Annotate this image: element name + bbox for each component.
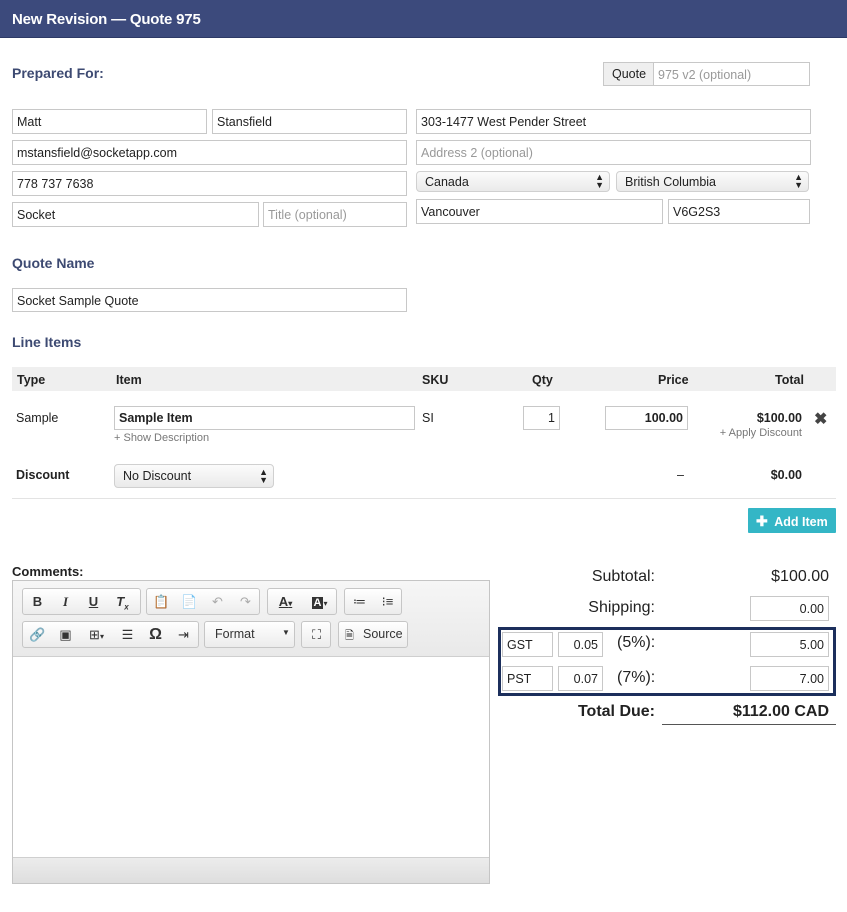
tax1-percent: (5%):	[617, 634, 656, 651]
bulleted-list-icon[interactable]: ⁝≡	[374, 589, 401, 614]
paste-text-icon[interactable]: 📋	[148, 589, 175, 614]
discount-dash: –	[677, 468, 684, 482]
numbered-list-icon[interactable]: ≔	[346, 589, 373, 614]
italic-icon[interactable]: I	[52, 589, 79, 614]
indent-icon[interactable]: ⇥	[170, 622, 197, 647]
remove-item-icon[interactable]: ✖	[814, 409, 827, 429]
col-item: Item	[116, 373, 142, 387]
tax2-percent: (7%):	[617, 669, 656, 686]
select-arrows-icon: ▲ ▼	[259, 467, 268, 485]
postal-code-input[interactable]: V6G2S3	[668, 199, 810, 224]
tax1-name-input[interactable]: GST	[502, 632, 553, 657]
col-qty: Qty	[532, 373, 553, 387]
tax1-rate-input[interactable]: 0.05	[558, 632, 603, 657]
line-items-divider	[12, 498, 836, 499]
email-input[interactable]: mstansfield@socketapp.com	[12, 140, 407, 165]
total-due-value: $112.00 CAD	[732, 703, 829, 720]
tax1-amount-input[interactable]: 5.00	[750, 632, 829, 657]
chevron-down-icon: ▼	[282, 628, 290, 637]
page-header: New Revision — Quote 975	[0, 0, 847, 38]
color-group: A▾ A ▾	[267, 588, 337, 615]
total-underline	[662, 724, 836, 725]
remove-format-icon[interactable]: Tx	[109, 589, 136, 614]
horizontal-line-icon[interactable]: ☰	[114, 622, 141, 647]
tax2-amount-input[interactable]: 7.00	[750, 666, 829, 691]
paste-word-icon[interactable]: 📄	[176, 589, 203, 614]
tax2-rate-input[interactable]: 0.07	[558, 666, 603, 691]
link-icon[interactable]: 🔗	[24, 622, 51, 647]
line-item-qty-input[interactable]: 1	[523, 406, 560, 430]
comments-editor[interactable]: B I U Tx 📋 📄 ↶ ↷ A▾ A ▾ ≔ ⁝≡ 🔗 ▣ ⊞▾ ☰ Ω ⇥	[12, 580, 490, 884]
line-item-name-input[interactable]: Sample Item	[114, 406, 415, 430]
table-icon[interactable]: ⊞▾	[80, 622, 113, 647]
city-input[interactable]: Vancouver	[416, 199, 663, 224]
format-dropdown[interactable]: Format ▼	[204, 621, 295, 648]
line-item-price-input[interactable]: 100.00	[605, 406, 688, 430]
add-item-label: Add Item	[774, 515, 828, 529]
maximize-icon[interactable]: ⛶	[303, 622, 330, 647]
prepared-for-heading: Prepared For:	[12, 65, 104, 81]
address2-input[interactable]: Address 2 (optional)	[416, 140, 811, 165]
select-arrows-icon: ▲ ▼	[595, 172, 604, 190]
insert-group: 🔗 ▣ ⊞▾ ☰ Ω ⇥	[22, 621, 199, 648]
discount-select-value: No Discount	[123, 469, 192, 483]
maximize-group: ⛶	[301, 621, 331, 648]
quote-name-input[interactable]: Socket Sample Quote	[12, 288, 407, 312]
format-dropdown-label: Format	[215, 627, 255, 641]
country-select-value: Canada	[425, 175, 469, 189]
total-due-label: Total Due:	[577, 703, 655, 720]
select-arrows-icon: ▲ ▼	[794, 172, 803, 190]
discount-select[interactable]: No Discount ▲ ▼	[114, 464, 274, 488]
format-group: B I U Tx	[22, 588, 141, 615]
line-item-sku: SI	[422, 411, 434, 425]
discount-total: $0.00	[770, 468, 802, 482]
plus-icon: ✚	[756, 513, 768, 529]
image-icon[interactable]: ▣	[52, 622, 79, 647]
quote-name-heading: Quote Name	[12, 255, 95, 271]
shipping-label: Shipping:	[588, 599, 655, 616]
underline-icon[interactable]: U	[80, 589, 107, 614]
line-item-total: $100.00	[756, 411, 802, 425]
apply-discount-link[interactable]: + Apply Discount	[700, 427, 802, 439]
subtotal-label: Subtotal:	[591, 568, 655, 585]
quote-number-input[interactable]: 975 v2 (optional)	[653, 62, 810, 86]
editor-toolbar: B I U Tx 📋 📄 ↶ ↷ A▾ A ▾ ≔ ⁝≡ 🔗 ▣ ⊞▾ ☰ Ω ⇥	[13, 581, 489, 657]
title-input[interactable]: Title (optional)	[263, 202, 407, 227]
phone-input[interactable]: 778 737 7638	[12, 171, 407, 196]
line-items-heading: Line Items	[12, 334, 82, 350]
col-type: Type	[17, 373, 46, 387]
source-button[interactable]: 🗎 Source	[338, 621, 408, 648]
quote-addon-label: Quote	[603, 62, 654, 86]
list-group: ≔ ⁝≡	[344, 588, 402, 615]
comments-label: Comments:	[12, 564, 84, 579]
clipboard-group: 📋 📄 ↶ ↷	[146, 588, 260, 615]
show-description-link[interactable]: + Show Description	[114, 432, 209, 444]
col-price: Price	[658, 373, 689, 387]
last-name-input[interactable]: Stansfield	[212, 109, 407, 134]
province-select-value: British Columbia	[625, 175, 717, 189]
first-name-input[interactable]: Matt	[12, 109, 207, 134]
tax2-name-input[interactable]: PST	[502, 666, 553, 691]
redo-icon[interactable]: ↷	[232, 589, 259, 614]
special-char-icon[interactable]: Ω	[142, 622, 169, 647]
discount-label: Discount	[16, 468, 70, 482]
subtotal-value: $100.00	[771, 568, 829, 585]
source-icon: 🗎	[345, 630, 354, 642]
col-sku: SKU	[422, 373, 449, 387]
editor-footer	[13, 857, 489, 883]
text-color-icon[interactable]: A▾	[269, 589, 302, 614]
add-item-button[interactable]: ✚ Add Item	[748, 508, 836, 533]
line-item-type: Sample	[16, 411, 59, 425]
province-select[interactable]: British Columbia ▲ ▼	[616, 171, 809, 192]
source-label: Source	[363, 627, 403, 641]
shipping-input[interactable]: 0.00	[750, 596, 829, 621]
address1-input[interactable]: 303-1477 West Pender Street	[416, 109, 811, 134]
background-color-icon[interactable]: A ▾	[303, 589, 336, 614]
page-title: New Revision — Quote 975	[12, 11, 201, 28]
col-total: Total	[775, 373, 804, 387]
undo-icon[interactable]: ↶	[204, 589, 231, 614]
country-select[interactable]: Canada ▲ ▼	[416, 171, 610, 192]
bold-icon[interactable]: B	[24, 589, 51, 614]
company-input[interactable]: Socket	[12, 202, 259, 227]
